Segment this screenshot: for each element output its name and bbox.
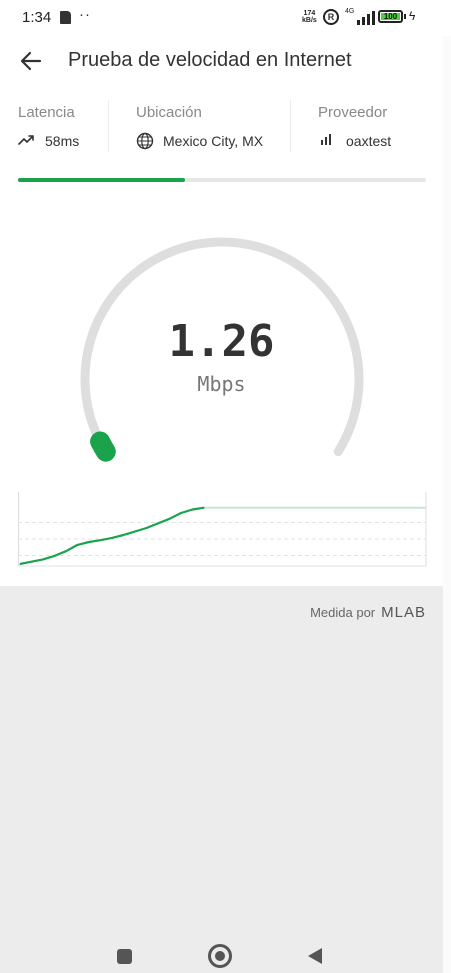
screen-edge — [443, 0, 451, 973]
speed-gauge — [80, 237, 364, 462]
chart-point — [168, 518, 171, 520]
chart-point — [111, 537, 113, 539]
recents-button[interactable] — [117, 949, 132, 964]
more-notifications-icon: ·· — [79, 6, 91, 23]
speed-unit: Mbps — [197, 372, 246, 396]
charging-bolt-icon: ϟ — [409, 9, 416, 23]
status-time: 1:34 — [22, 9, 52, 26]
sim-card-icon — [60, 11, 71, 24]
measured-by-note: Medida por MLAB — [310, 604, 426, 621]
battery-tip — [404, 14, 406, 19]
measured-by-label: Medida por — [310, 605, 376, 620]
chart-point — [122, 534, 125, 536]
speed-test-card: Prueba de velocidad en Internet Latencia… — [0, 36, 443, 586]
mlab-logo: MLAB — [381, 604, 426, 621]
chart-point — [19, 563, 21, 565]
chart-point — [134, 530, 136, 533]
speed-value: 1.26 — [168, 316, 275, 367]
chart-point — [99, 539, 102, 541]
battery-icon: 100 — [378, 10, 403, 23]
home-button[interactable] — [208, 944, 232, 968]
chart-point — [42, 558, 44, 560]
navigation-bar — [0, 940, 451, 973]
chart-point — [88, 541, 90, 543]
chart-point — [65, 550, 67, 552]
chart-point — [157, 522, 159, 524]
chart-point — [76, 544, 79, 546]
chart-point — [30, 561, 33, 563]
registered-icon: R — [323, 9, 339, 25]
chart-point — [191, 508, 194, 511]
chart-point — [145, 527, 148, 529]
status-bar: 1:34 ·· 174 kB/s R 4G 100 ϟ — [0, 0, 451, 36]
chart-point — [203, 507, 205, 509]
back-button[interactable] — [308, 948, 322, 964]
cell-signal-icon — [357, 11, 375, 25]
speed-history-chart — [18, 492, 427, 567]
gauge-fill — [90, 431, 116, 462]
battery-level: 100 — [381, 13, 400, 21]
network-speed: 174 kB/s — [302, 10, 317, 24]
chart-point — [180, 512, 182, 514]
chart-point — [53, 555, 56, 557]
home-dot-icon — [215, 951, 225, 961]
